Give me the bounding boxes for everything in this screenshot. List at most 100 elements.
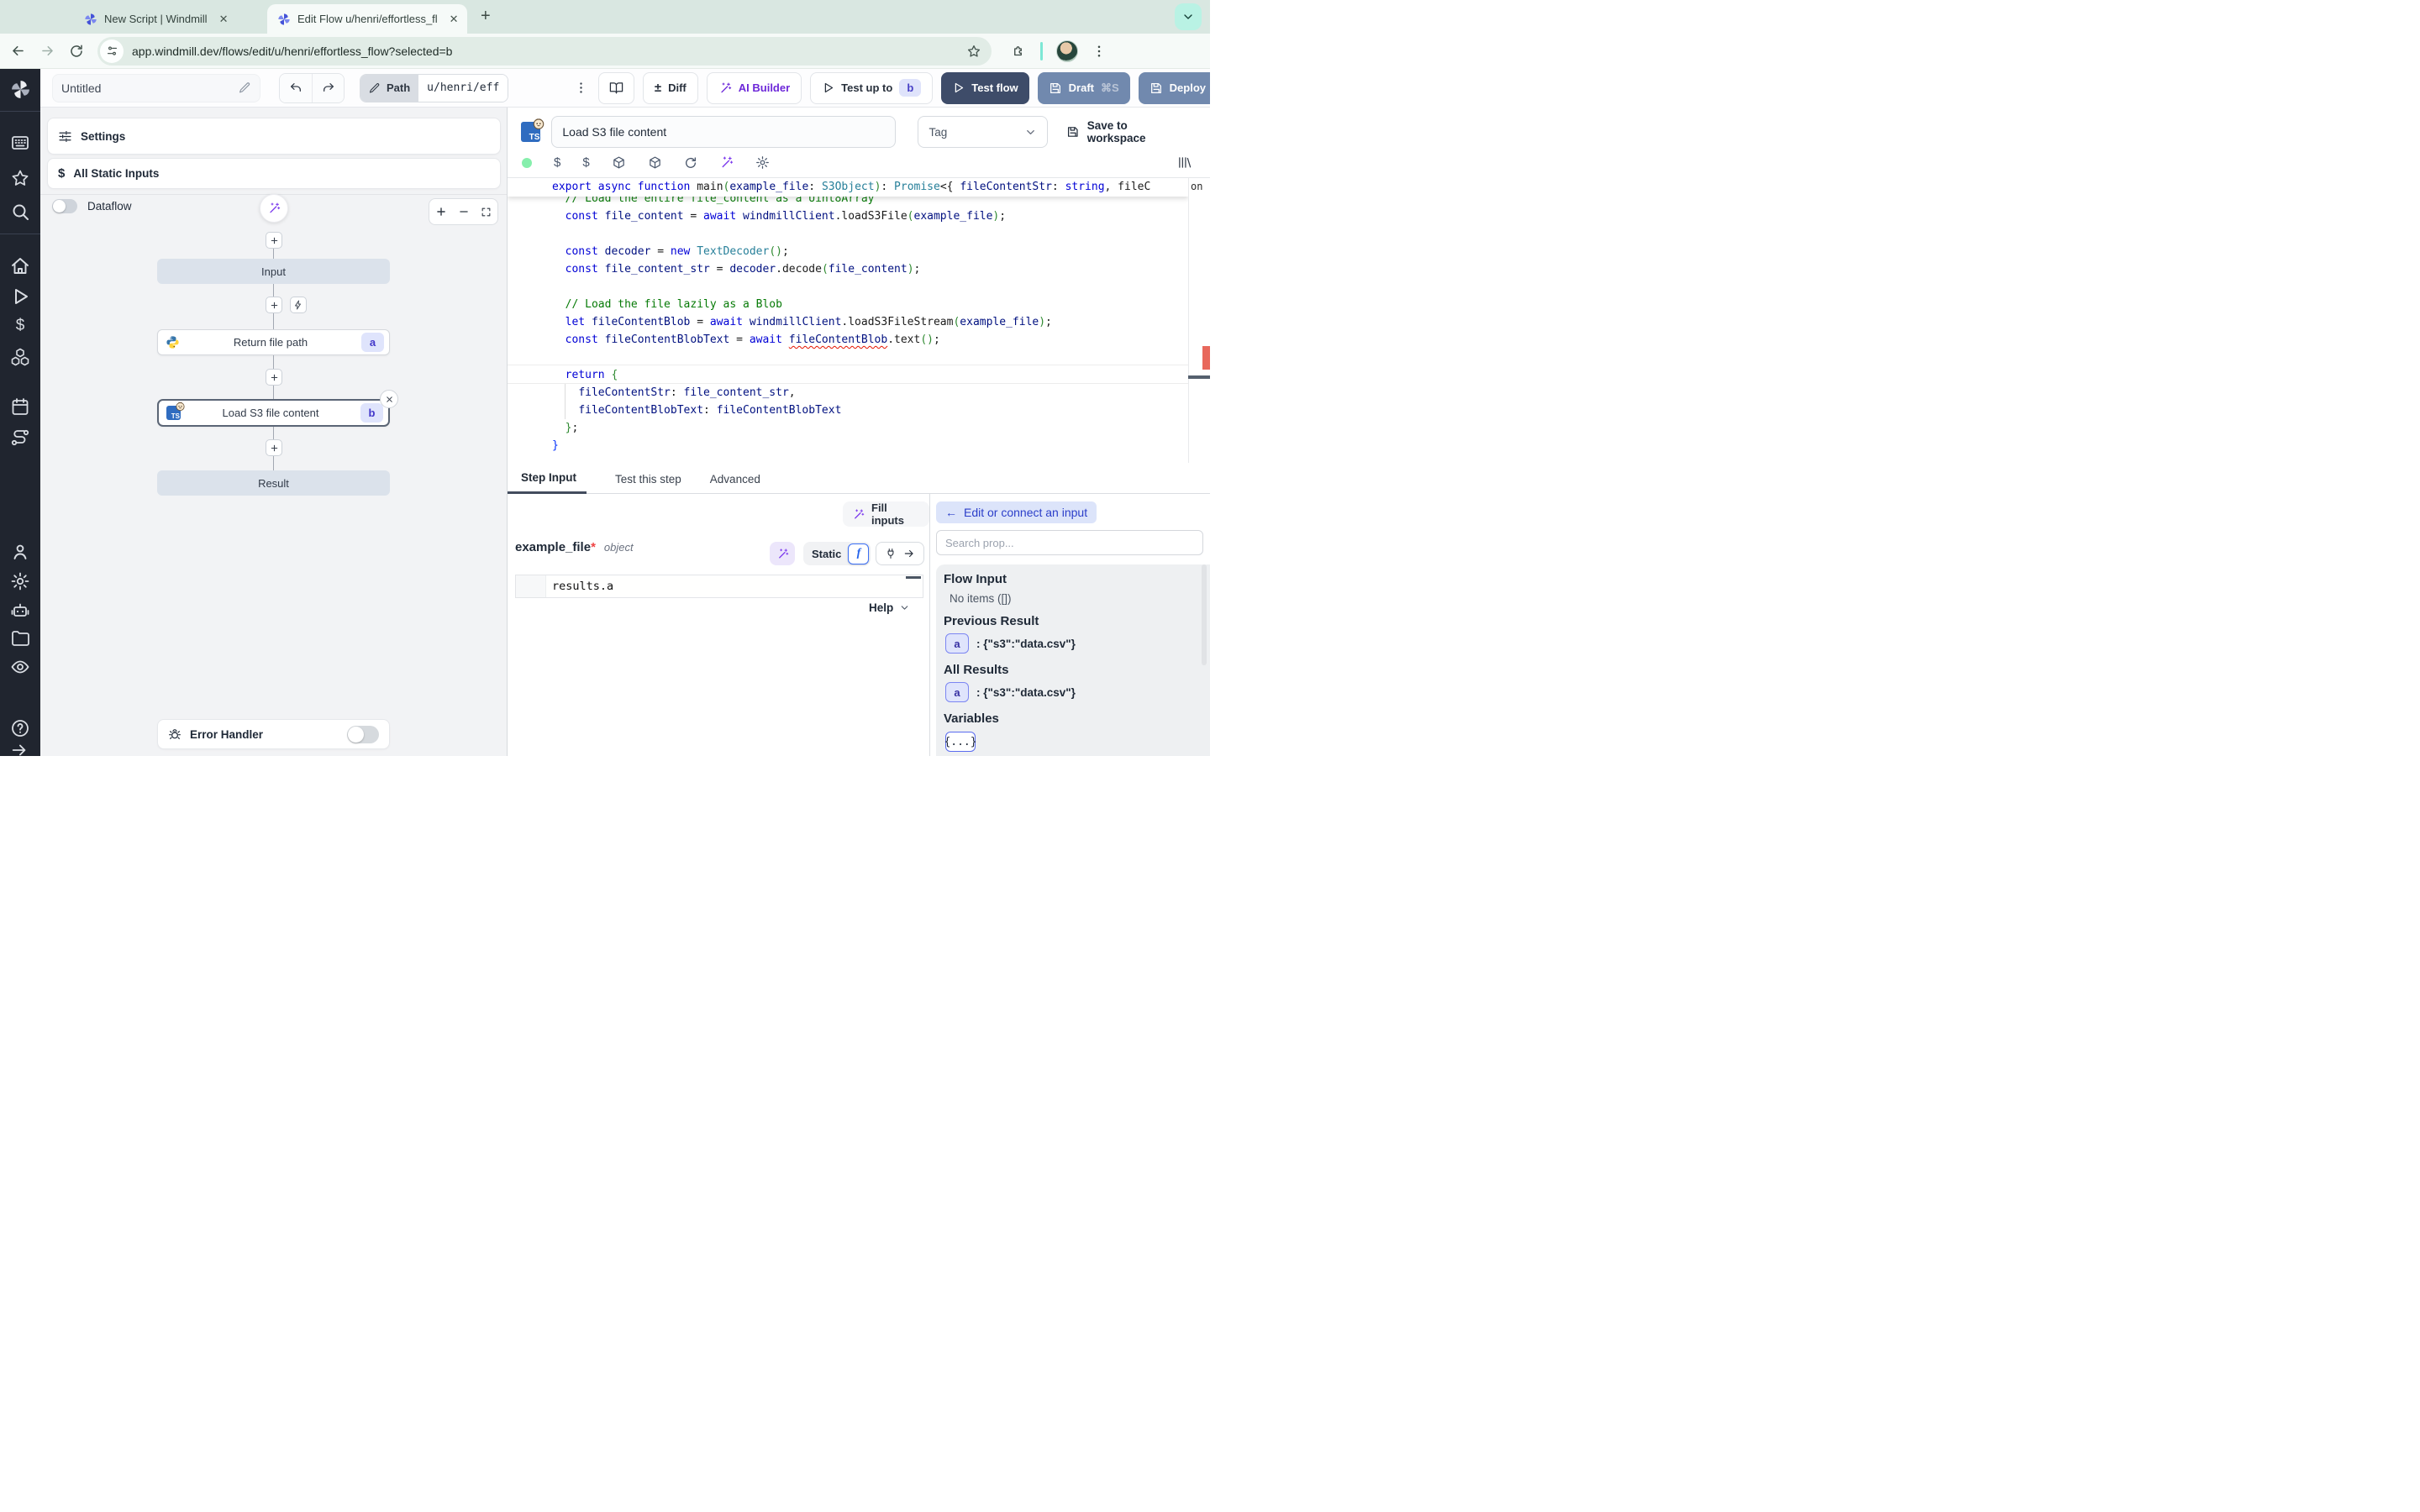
add-step-top-button[interactable]	[266, 232, 282, 249]
extensions-icon[interactable]	[1012, 44, 1027, 59]
delete-step-button[interactable]	[380, 390, 398, 408]
forward-button[interactable]	[39, 43, 55, 59]
previous-result-row[interactable]: a : {"s3":"data.csv"}	[945, 633, 1200, 654]
package-icon[interactable]	[648, 155, 662, 170]
sidebar-item-resources[interactable]	[10, 347, 30, 367]
tab-close-icon[interactable]: ✕	[219, 13, 229, 26]
sidebar-item-ai[interactable]	[10, 601, 30, 621]
editor-settings-icon[interactable]	[755, 155, 770, 170]
sidebar-item-search[interactable]	[10, 202, 30, 222]
all-results-row[interactable]: a : {"s3":"data.csv"}	[945, 682, 1200, 702]
browser-tab-active[interactable]: Edit Flow u/henri/effortless_fl ✕	[267, 4, 467, 34]
result-a-badge[interactable]: a	[945, 682, 969, 702]
save-to-workspace-button[interactable]: Save to workspace	[1066, 119, 1186, 144]
library-icon[interactable]	[1177, 155, 1192, 170]
draft-button[interactable]: Draft⌘S	[1038, 72, 1130, 104]
static-mode-label[interactable]: Static	[812, 548, 841, 560]
variables-badge[interactable]: {...}	[945, 732, 976, 752]
add-step-button[interactable]	[266, 439, 282, 456]
result-a-badge[interactable]: a	[945, 633, 969, 654]
package-icon[interactable]	[612, 155, 626, 170]
site-settings-icon[interactable]	[100, 39, 124, 63]
sidebar-item-settings[interactable]	[10, 571, 30, 591]
add-trigger-button[interactable]	[290, 297, 307, 313]
tab-step-input[interactable]: Step Input	[508, 471, 587, 494]
ai-flow-button[interactable]	[260, 194, 288, 223]
ai-wand-icon[interactable]	[719, 155, 734, 170]
sidebar-item-schedules[interactable]	[10, 396, 30, 417]
sidebar-item-workers[interactable]	[10, 542, 30, 562]
tab-test-this-step[interactable]: Test this step	[615, 473, 681, 493]
sidebar-item-triggers[interactable]	[10, 428, 30, 448]
tab-close-icon[interactable]: ✕	[450, 13, 459, 26]
redo-button[interactable]	[312, 74, 344, 102]
add-step-button[interactable]	[266, 297, 282, 313]
ai-fill-button[interactable]	[770, 542, 795, 565]
scrollbar-thumb[interactable]	[1188, 375, 1210, 379]
more-menu-icon[interactable]	[572, 81, 590, 95]
flow-result-node[interactable]: Result	[157, 470, 390, 496]
path-value[interactable]: u/henri/eff	[418, 75, 508, 102]
fill-inputs-button[interactable]: Fill inputs	[843, 501, 929, 527]
test-flow-button[interactable]: Test flow	[941, 72, 1028, 104]
flow-name-field[interactable]: Untitled	[52, 74, 260, 102]
new-tab-button[interactable]: +	[481, 7, 491, 26]
reload-icon[interactable]	[684, 156, 697, 170]
sidebar-collapse-button[interactable]	[10, 741, 30, 761]
sidebar-item-apps[interactable]	[10, 133, 30, 153]
windmill-logo[interactable]	[10, 79, 31, 100]
sidebar-item-variables[interactable]: $	[10, 317, 30, 337]
back-button[interactable]	[10, 43, 26, 59]
step-name-input[interactable]	[551, 116, 896, 148]
profile-avatar[interactable]	[1056, 40, 1078, 62]
tab-advanced[interactable]: Advanced	[710, 473, 760, 493]
sidebar-item-home[interactable]	[10, 256, 30, 276]
edit-or-connect-chip[interactable]: ← Edit or connect an input	[936, 501, 1097, 523]
step-a-node[interactable]: Return file path a	[157, 329, 390, 355]
sidebar-item-folders[interactable]	[10, 628, 30, 648]
variables-icon[interactable]: $	[554, 155, 560, 170]
help-toggle[interactable]: Help	[869, 601, 910, 614]
undo-button[interactable]	[280, 74, 312, 102]
fit-view-button[interactable]	[475, 199, 497, 224]
search-prop-input[interactable]	[936, 530, 1203, 555]
address-bar[interactable]: app.windmill.dev/flows/edit/u/henri/effo…	[97, 37, 992, 66]
code-editor[interactable]: // Load the entire file_content as a Uin…	[508, 178, 1210, 463]
path-field[interactable]: Path u/henri/eff	[360, 74, 508, 102]
deploy-button[interactable]: Deploy	[1139, 72, 1210, 104]
resources-icon[interactable]: $	[582, 155, 589, 170]
browser-menu-icon[interactable]	[1092, 44, 1107, 59]
diff-button[interactable]: ±Diff	[643, 72, 698, 104]
flow-settings-button[interactable]: Settings	[47, 118, 501, 155]
bookmark-star-icon[interactable]	[966, 44, 981, 59]
expression-editor[interactable]: results.a	[515, 575, 923, 598]
sidebar-item-audit[interactable]	[10, 657, 30, 677]
sidebar-item-runs[interactable]	[10, 286, 30, 307]
pencil-icon[interactable]	[239, 81, 251, 94]
dataflow-toggle[interactable]	[52, 199, 77, 213]
sidebar-item-help[interactable]	[10, 718, 30, 738]
all-static-inputs-button[interactable]: $ All Static Inputs	[47, 158, 501, 189]
connect-input-buttons[interactable]	[876, 542, 924, 565]
url-text[interactable]: app.windmill.dev/flows/edit/u/henri/effo…	[132, 45, 958, 58]
step-b-node-selected[interactable]: TS Load S3 file content b	[157, 399, 390, 427]
javascript-mode-chip[interactable]: f	[848, 543, 869, 564]
reload-button[interactable]	[69, 44, 84, 59]
input-mode-toggle[interactable]: Static f	[803, 542, 871, 565]
expression-value[interactable]: results.a	[546, 575, 923, 597]
props-scrollbar[interactable]	[1202, 564, 1207, 665]
flow-input-node[interactable]: Input	[157, 259, 390, 284]
editor-minimap[interactable]: on	[1188, 178, 1210, 463]
zoom-in-button[interactable]	[429, 199, 452, 224]
add-step-button[interactable]	[266, 369, 282, 386]
ai-builder-button[interactable]: AI Builder	[707, 72, 802, 104]
tab-search-button[interactable]	[1175, 3, 1202, 30]
error-handler-toggle[interactable]	[347, 726, 379, 743]
test-up-to-button[interactable]: Test up tob	[810, 72, 933, 104]
browser-tab-inactive[interactable]: New Script | Windmill ✕	[74, 4, 264, 34]
docs-button[interactable]	[598, 72, 634, 104]
error-handler-card[interactable]: Error Handler	[157, 719, 390, 749]
tag-select[interactable]: Tag	[918, 116, 1048, 148]
sidebar-item-favorites[interactable]	[10, 168, 30, 188]
zoom-out-button[interactable]	[452, 199, 475, 224]
